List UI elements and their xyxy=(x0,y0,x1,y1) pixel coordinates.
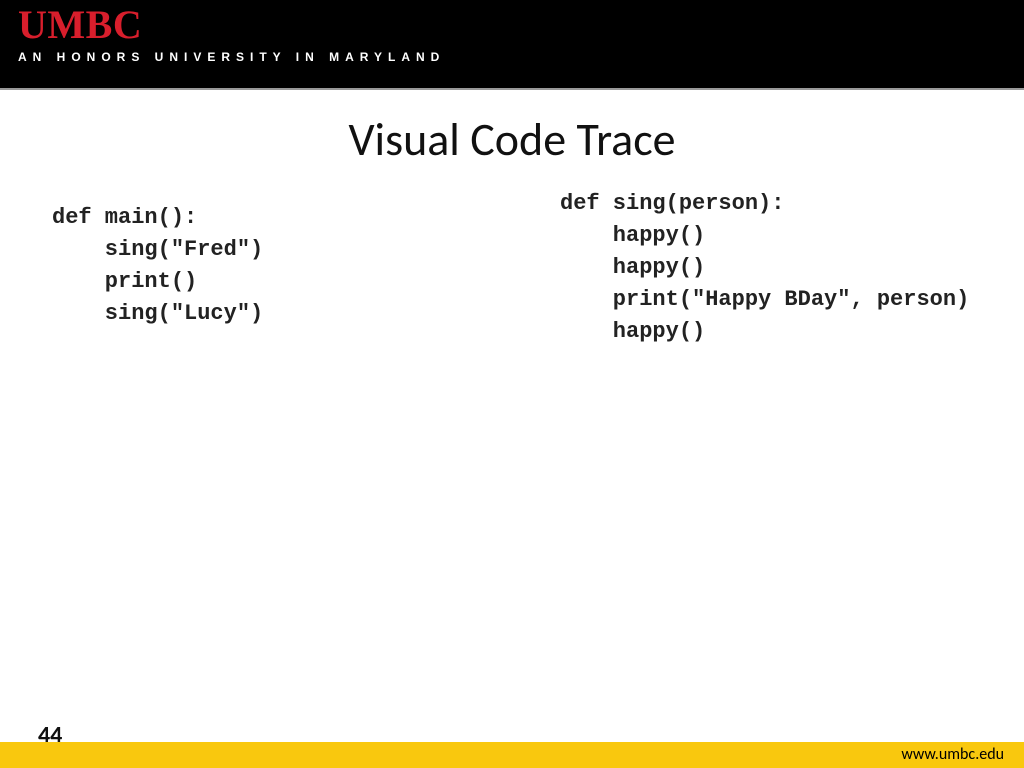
slide-header: UMBC AN HONORS UNIVERSITY IN MARYLAND xyxy=(0,0,1024,88)
slide-footer: 44 www.umbc.edu xyxy=(0,742,1024,768)
tagline: AN HONORS UNIVERSITY IN MARYLAND xyxy=(18,50,1024,64)
slide: UMBC AN HONORS UNIVERSITY IN MARYLAND Vi… xyxy=(0,0,1024,768)
code-block-sing: def sing(person): happy() happy() print(… xyxy=(560,188,969,347)
slide-content: def main(): sing("Fred") print() sing("L… xyxy=(0,168,1024,768)
code-block-main: def main(): sing("Fred") print() sing("L… xyxy=(52,202,263,330)
header-divider xyxy=(0,88,1024,90)
umbc-logo: UMBC xyxy=(18,6,1024,44)
footer-bar: www.umbc.edu xyxy=(0,742,1024,768)
slide-title: Visual Code Trace xyxy=(0,112,1024,168)
footer-url: www.umbc.edu xyxy=(901,745,1004,764)
